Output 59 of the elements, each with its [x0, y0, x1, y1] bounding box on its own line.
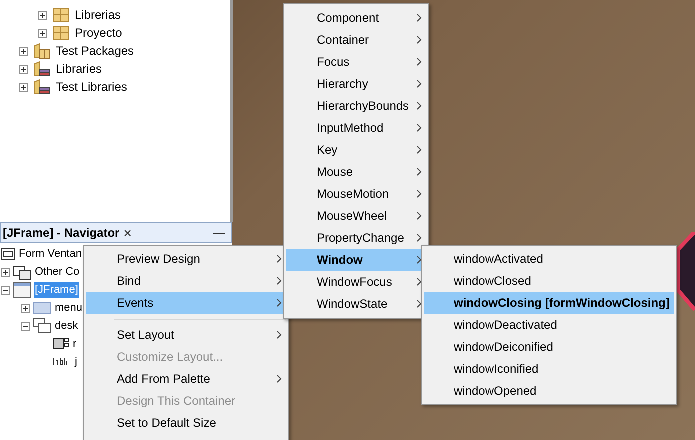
popup-option[interactable]: windowClosed	[424, 270, 674, 292]
close-button[interactable]: ×	[124, 226, 132, 240]
popup-option[interactable]: Mouse	[286, 161, 426, 183]
popup-option[interactable]: WindowFocus	[286, 271, 426, 293]
folder-books-icon	[34, 61, 50, 77]
popup-option[interactable]: windowIconified	[424, 358, 674, 380]
tree-item[interactable]: Test Libraries	[56, 78, 128, 96]
popup-option[interactable]: MouseMotion	[286, 183, 426, 205]
popup-option[interactable]: windowActivated	[424, 248, 674, 270]
folder-icon	[34, 43, 50, 59]
tree-item[interactable]: Other Co	[34, 264, 81, 280]
window-icon	[13, 282, 31, 298]
collapse-icon[interactable]	[1, 286, 10, 294]
collapse-icon[interactable]	[21, 322, 30, 330]
tree-item[interactable]: Libraries	[56, 60, 102, 78]
tree-item[interactable]: Proyecto	[75, 24, 122, 42]
expand-icon[interactable]	[19, 46, 28, 56]
expand-icon[interactable]	[19, 64, 28, 74]
tree-item[interactable]: r	[72, 336, 78, 352]
expand-icon[interactable]	[1, 268, 10, 276]
popup-option[interactable]: Focus	[286, 51, 426, 73]
tree-item[interactable]: menu	[54, 300, 84, 316]
popup-option[interactable]: PropertyChange	[286, 227, 426, 249]
minimize-button[interactable]: —	[213, 226, 225, 238]
tree-item[interactable]: Test Packages	[56, 42, 134, 60]
popup-option[interactable]: WindowState	[286, 293, 426, 315]
popup-option[interactable]: windowOpened	[424, 380, 674, 402]
popup-option[interactable]: MouseWheel	[286, 205, 426, 227]
panel-icon	[53, 338, 69, 350]
desktop-pane-icon	[33, 318, 51, 334]
expand-icon[interactable]	[19, 82, 28, 92]
expand-icon[interactable]	[38, 10, 47, 20]
popup-option[interactable]: windowClosing [formWindowClosing]	[424, 292, 674, 314]
popup-option[interactable]: Bind	[86, 270, 286, 292]
popup-option[interactable]: Set to Default Size	[86, 412, 286, 434]
popup-option[interactable]: HierarchyBounds	[286, 95, 426, 117]
components-icon	[13, 264, 31, 280]
tree-item[interactable]: Librerias	[75, 6, 122, 24]
popup-option[interactable]: Add From Palette	[86, 368, 286, 390]
package-icon	[53, 8, 69, 22]
popup-option[interactable]: windowDeiconified	[424, 336, 674, 358]
package-icon	[53, 26, 69, 40]
tree-item[interactable]: desk	[54, 318, 80, 334]
popup-option[interactable]: Set Layout	[86, 324, 286, 346]
popup-option[interactable]: Container	[286, 29, 426, 51]
popup-option[interactable]: Component	[286, 7, 426, 29]
expand-icon[interactable]	[38, 28, 47, 38]
popup-option[interactable]: InputMethod	[286, 117, 426, 139]
menu-bar-icon	[33, 302, 51, 314]
popup-option[interactable]: Events	[86, 292, 286, 314]
popup-option[interactable]: windowDeactivated	[424, 314, 674, 336]
popup-option[interactable]: Preview Design	[86, 248, 286, 270]
panel-title: [JFrame] - Navigator	[2, 224, 120, 242]
popup-option[interactable]: Hierarchy	[286, 73, 426, 95]
tree-item[interactable]: j	[74, 354, 78, 370]
popup-option[interactable]: Key	[286, 139, 426, 161]
folder-books-icon	[34, 79, 50, 95]
tree-item[interactable]: Form Ventan	[18, 246, 83, 262]
expand-icon[interactable]	[21, 304, 30, 312]
